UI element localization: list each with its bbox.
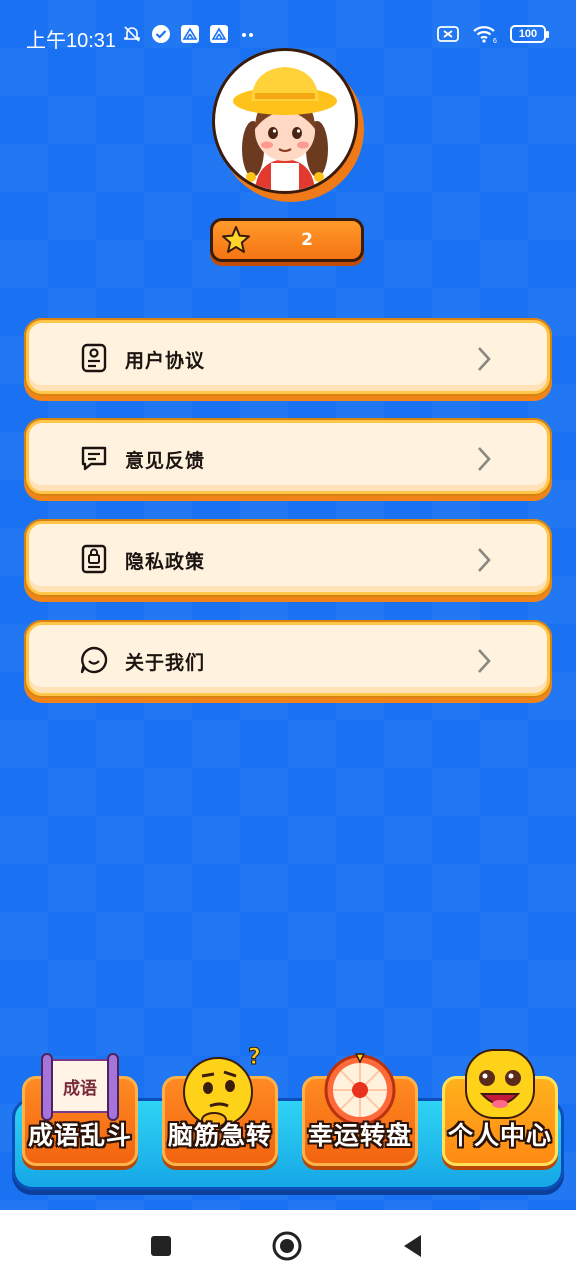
tab-personal-center[interactable]: 个人中心 [438,1040,562,1172]
tab-idiom-battle[interactable]: 成语 成语乱斗 [18,1040,142,1172]
app-notification-icon [180,24,200,44]
status-time: 上午10:31 [26,30,117,52]
square-icon [151,1236,171,1256]
menu-item-label: 隐私政策 [125,551,206,573]
tab-label: 幸运转盘 [307,1121,412,1150]
girl-avatar-icon [233,67,337,191]
check-badge-icon [151,24,171,44]
mute-bell-icon [122,24,142,44]
battery-indicator: 100 [510,25,549,43]
menu-item-label: 关于我们 [125,652,206,674]
menu-item-feedback[interactable]: 意见反馈 [24,418,552,496]
tab-lucky-wheel[interactable]: 幸运转盘 [298,1040,422,1172]
menu-item-about-us[interactable]: 关于我们 [24,620,552,698]
score-value: 2 [301,230,313,250]
menu-item-privacy-policy[interactable]: 隐私政策 [24,519,552,597]
chevron-right-icon [478,548,491,572]
star-icon [222,226,250,253]
wheel-icon [324,1053,396,1126]
chevron-right-icon [478,649,491,673]
lock-document-icon [81,544,107,574]
avatar [212,48,358,194]
no-sim-icon [436,24,460,44]
home-circle-icon [272,1231,302,1261]
system-nav-bar [0,1210,576,1280]
menu-item-label: 意见反馈 [125,450,206,472]
profile-avatar[interactable] [212,48,364,202]
tab-label: 成语乱斗 [27,1121,132,1150]
chevron-right-icon [478,347,491,371]
scroll-badge-text: 成语 [63,1078,97,1099]
home-button[interactable] [271,1230,303,1262]
chat-smile-icon [80,646,108,674]
more-dots-icon [238,24,258,44]
back-triangle-icon [404,1235,421,1257]
tab-label: 脑筋急转 [167,1121,272,1150]
wifi-icon: 6 [472,24,498,44]
app-notification-icon-2 [209,24,229,44]
svg-text:6: 6 [493,38,497,44]
thinking-emoji-icon: ? [183,1045,260,1126]
back-button[interactable] [397,1230,429,1262]
menu-item-user-agreement[interactable]: 用户协议 [24,318,552,396]
document-user-icon [81,343,107,373]
chevron-right-icon [478,447,491,471]
scroll-icon: 成语 [41,1053,119,1121]
menu-item-label: 用户协议 [125,350,206,372]
tab-label: 个人中心 [447,1121,552,1150]
tab-brain-teaser[interactable]: ? 脑筋急转 [158,1040,282,1172]
svg-text:?: ? [248,1045,260,1070]
score-pill: 2 [210,218,364,262]
message-icon [81,446,107,471]
recent-apps-button[interactable] [145,1230,177,1262]
